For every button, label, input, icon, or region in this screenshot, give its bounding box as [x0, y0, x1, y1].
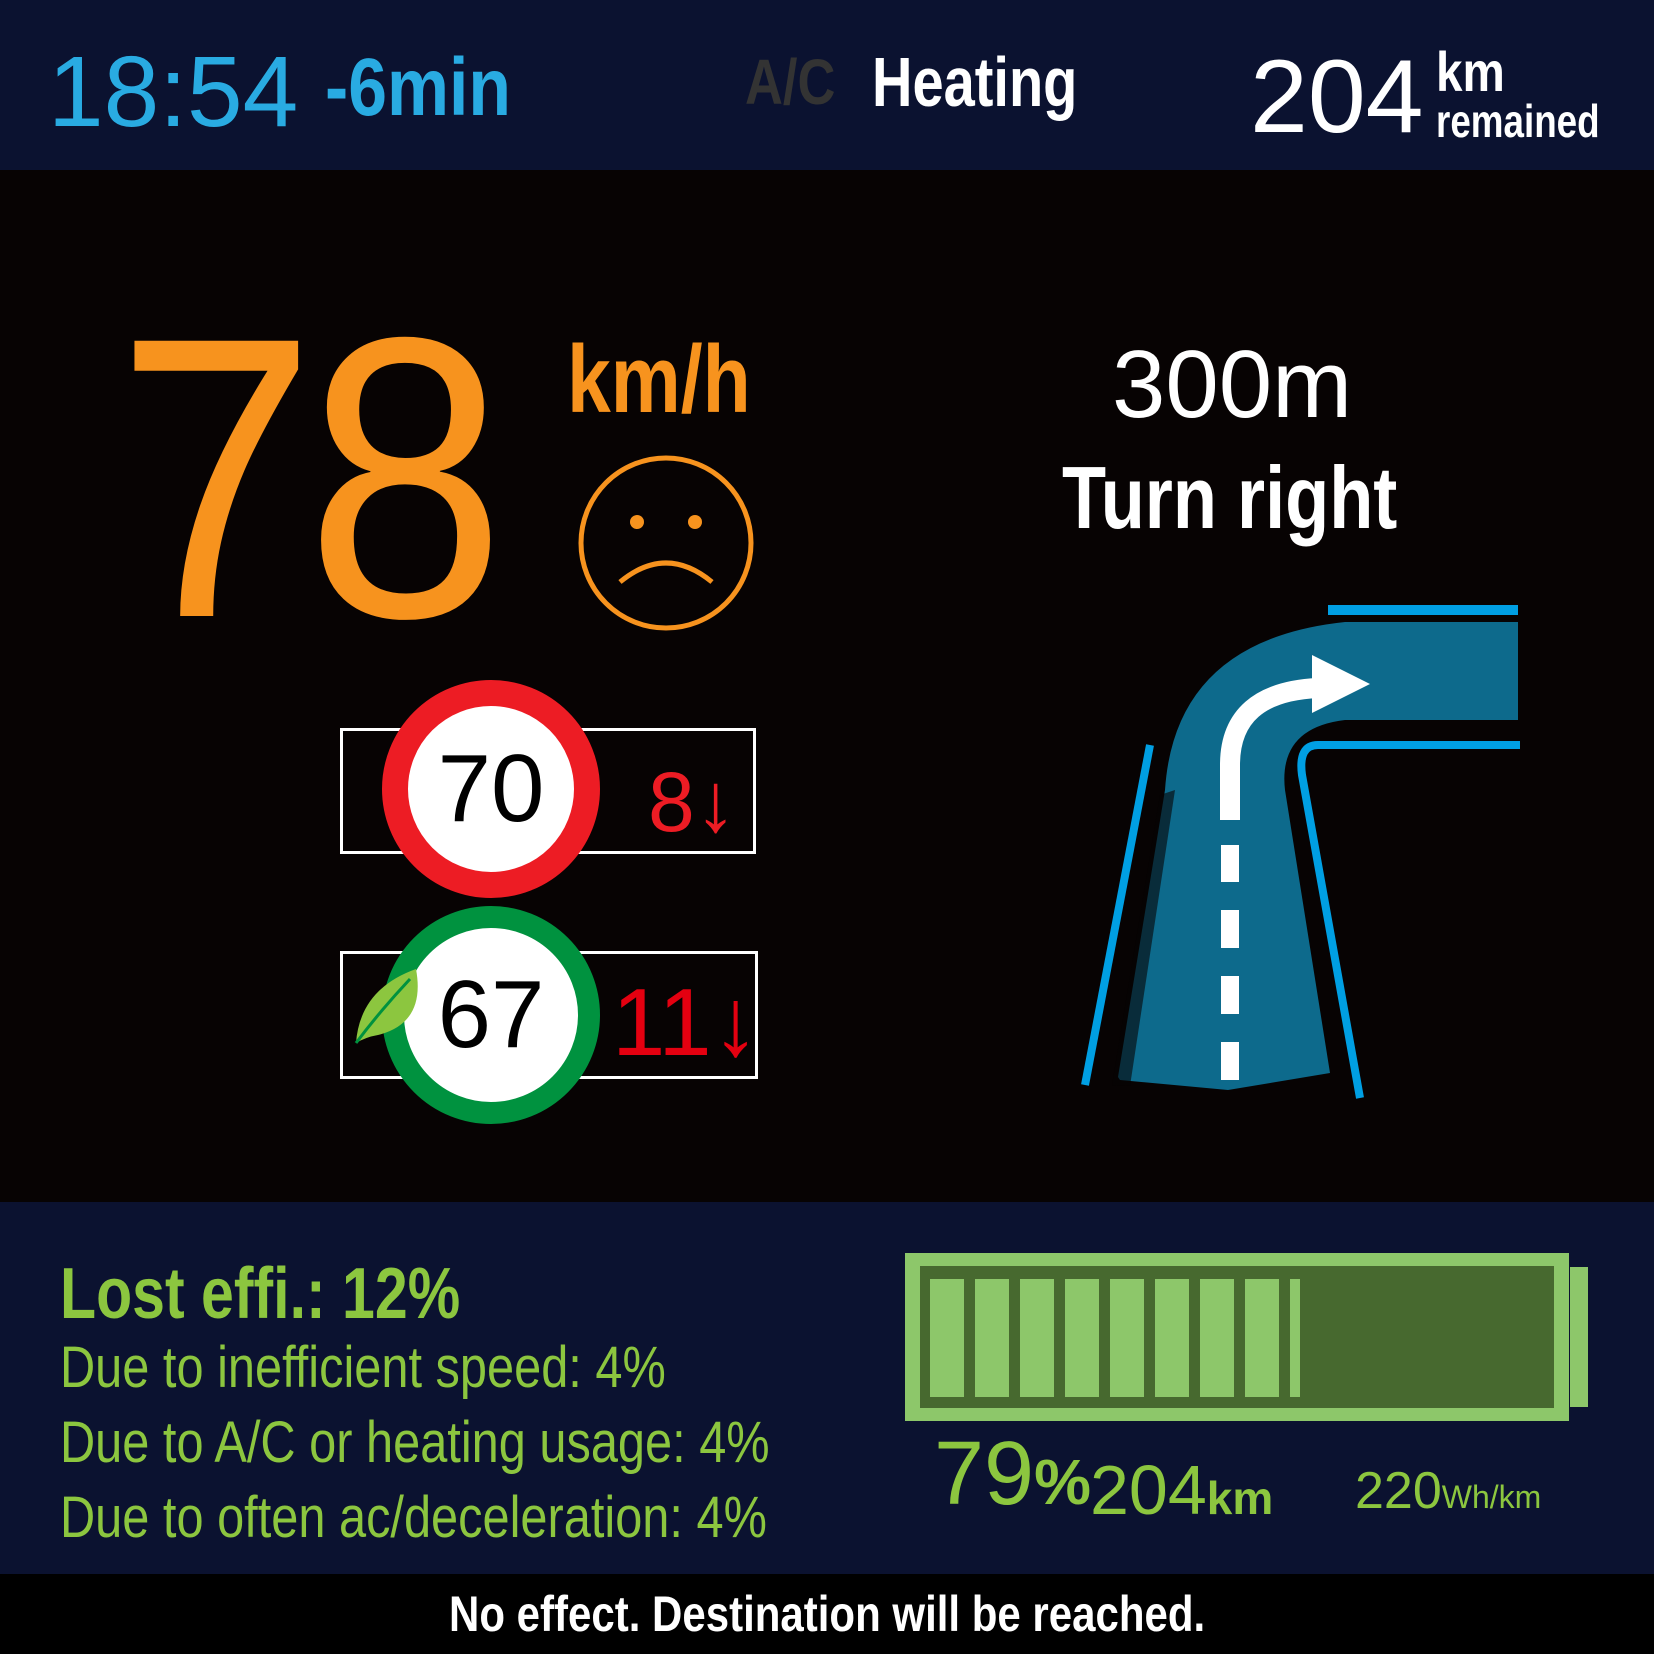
battery-inner [920, 1266, 1554, 1408]
battery-cell [1110, 1279, 1144, 1397]
eco-speed-excess: 11↓ [612, 969, 760, 1076]
battery-percent-unit: % [1034, 1446, 1092, 1518]
clock: 18:54 [48, 36, 299, 148]
consumption-value: 220 [1355, 1462, 1442, 1520]
speed-limit-excess: 8↓ [648, 755, 737, 849]
range-remaining-value: 204 [1250, 39, 1424, 155]
battery-cell [1290, 1279, 1300, 1397]
turn-right-icon [1081, 605, 1520, 1099]
sad-face-icon [578, 455, 754, 631]
consumption-unit: Wh/km [1441, 1479, 1542, 1515]
efficiency-reason-acceleration: Due to often ac/deceleration: 4% [60, 1485, 767, 1550]
leaf-icon [354, 969, 418, 1044]
nav-instruction: Turn right [1062, 448, 1398, 547]
battery-terminal [1570, 1267, 1588, 1407]
energy-consumption: 220Wh/km [1355, 1458, 1541, 1530]
battery-cell [1065, 1279, 1099, 1397]
battery-cell [975, 1279, 1009, 1397]
current-speed: 78 [116, 254, 506, 701]
nav-distance: 300m [1112, 331, 1353, 438]
speed-limit-value: 70 [437, 735, 545, 842]
battery-range: 204km [1090, 1448, 1273, 1540]
eta-delta: -6min [325, 42, 511, 133]
efficiency-reason-speed: Due to inefficient speed: 4% [60, 1335, 666, 1400]
battery-percent: 79% [934, 1424, 1091, 1532]
battery-cell [930, 1279, 964, 1397]
range-remaining-label: remained [1436, 95, 1600, 147]
range-remaining-unit: km [1436, 40, 1505, 103]
battery-cell [1020, 1279, 1054, 1397]
efficiency-reason-climate: Due to A/C or heating usage: 4% [60, 1410, 770, 1475]
speed-unit: km/h [567, 326, 751, 433]
climate-mode: Heating [872, 43, 1078, 121]
battery-percent-value: 79 [934, 1424, 1035, 1524]
battery-range-unit: km [1206, 1472, 1274, 1524]
speed-limit-sign: 70 [382, 680, 600, 898]
footer-message: No effect. Destination will be reached. [448, 1586, 1206, 1642]
lost-efficiency-title: Lost effi.: 12% [60, 1254, 461, 1334]
battery-cell [1155, 1279, 1189, 1397]
battery-range-value: 204 [1090, 1451, 1207, 1529]
battery-cell [1200, 1279, 1234, 1397]
ac-indicator: A/C [745, 46, 836, 118]
battery-cell [1245, 1279, 1279, 1397]
eco-speed-value: 67 [437, 961, 545, 1068]
